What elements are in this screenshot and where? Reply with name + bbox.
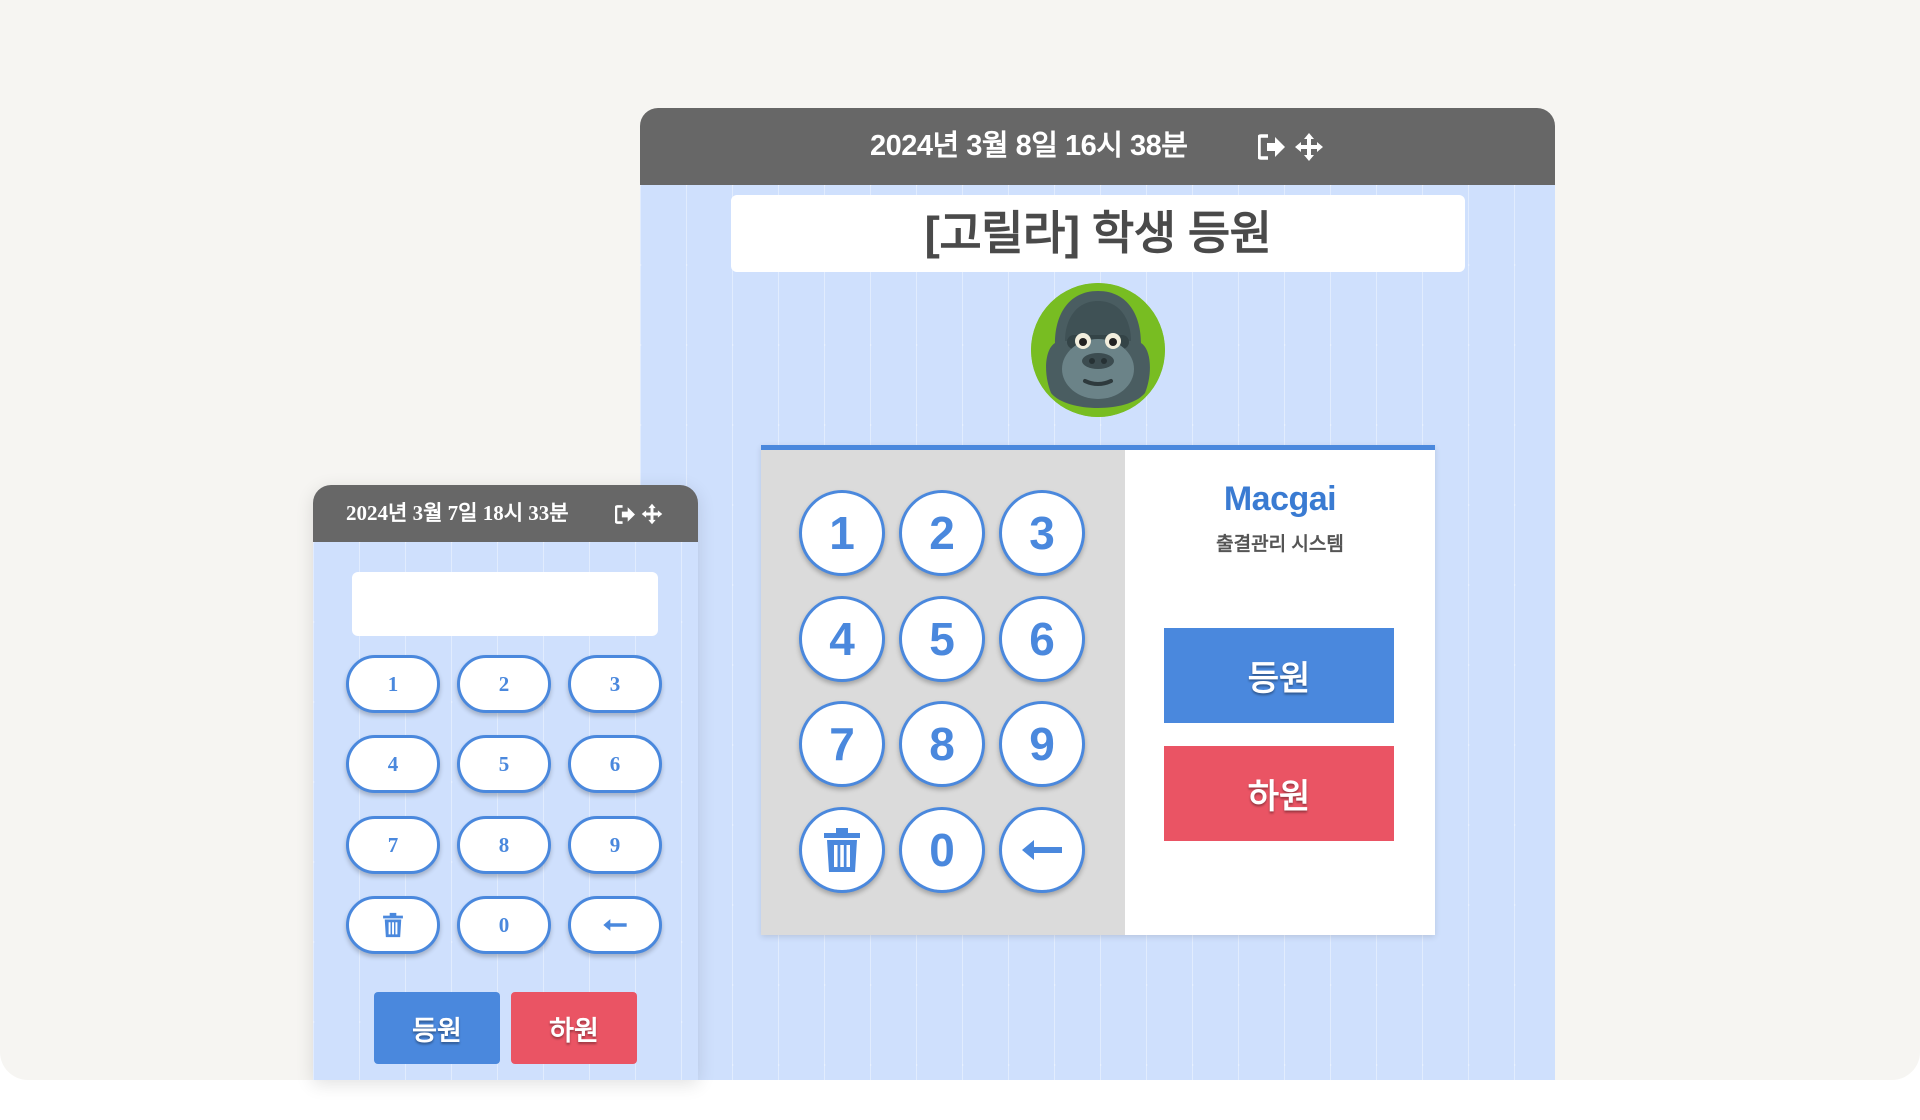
window-body: [고릴라] 학생 등원 1 2 3 4 5 6 7 8 9 0 Macgai 출… — [640, 185, 1555, 1080]
keypad: 1 2 3 4 5 6 7 8 9 0 — [761, 450, 1125, 935]
brand-subtitle: 출결관리 시스템 — [1216, 534, 1344, 555]
key-2[interactable]: 2 — [457, 655, 551, 713]
key-8[interactable]: 8 — [457, 816, 551, 874]
arrow-left-icon — [1022, 840, 1062, 860]
checkout-button[interactable]: 하원 — [511, 992, 637, 1064]
key-1[interactable]: 1 — [799, 490, 885, 576]
window-titlebar[interactable]: 2024년 3월 8일 16시 38분 — [640, 108, 1555, 185]
delete-button[interactable] — [799, 807, 885, 893]
checkin-button[interactable]: 등원 — [374, 992, 500, 1064]
key-3[interactable]: 3 — [999, 490, 1085, 576]
datetime-label: 2024년 3월 7일 18시 33분 — [346, 501, 569, 525]
key-9[interactable]: 9 — [568, 816, 662, 874]
trash-icon — [824, 828, 860, 872]
key-8[interactable]: 8 — [899, 701, 985, 787]
key-5[interactable]: 5 — [899, 596, 985, 682]
key-7[interactable]: 7 — [346, 816, 440, 874]
page-title: [고릴라] 학생 등원 — [731, 195, 1465, 272]
backspace-button[interactable] — [999, 807, 1085, 893]
logout-icon[interactable] — [615, 504, 636, 524]
key-4[interactable]: 4 — [799, 596, 885, 682]
key-5[interactable]: 5 — [457, 735, 551, 793]
key-3[interactable]: 3 — [568, 655, 662, 713]
checkin-window-small: 2024년 3월 7일 18시 33분 1 2 3 4 5 6 7 8 9 0 … — [313, 485, 698, 1080]
key-7[interactable]: 7 — [799, 701, 885, 787]
gorilla-icon — [1031, 283, 1165, 417]
move-icon[interactable] — [1294, 132, 1324, 162]
brand-name: Macgai — [1223, 480, 1337, 518]
arrow-left-icon — [603, 919, 627, 931]
window-titlebar[interactable]: 2024년 3월 7일 18시 33분 — [313, 485, 698, 542]
backspace-button[interactable] — [568, 896, 662, 954]
key-9[interactable]: 9 — [999, 701, 1085, 787]
key-2[interactable]: 2 — [899, 490, 985, 576]
checkout-button[interactable]: 하원 — [1164, 746, 1394, 841]
delete-button[interactable] — [346, 896, 440, 954]
key-0[interactable]: 0 — [899, 807, 985, 893]
trash-icon — [383, 912, 403, 938]
move-icon[interactable] — [641, 503, 663, 525]
student-code-input[interactable] — [352, 572, 658, 636]
key-0[interactable]: 0 — [457, 896, 551, 954]
brand: Macgai 출결관리 시스템 — [1125, 480, 1435, 556]
key-6[interactable]: 6 — [999, 596, 1085, 682]
checkin-window-large: 2024년 3월 8일 16시 38분 [고릴라] 학생 등원 1 2 3 4 … — [640, 108, 1555, 1080]
datetime-label: 2024년 3월 8일 16시 38분 — [870, 130, 1188, 162]
logout-icon[interactable] — [1258, 134, 1286, 160]
window-body: 1 2 3 4 5 6 7 8 9 0 등원 하원 — [313, 542, 698, 1080]
attendance-panel: 1 2 3 4 5 6 7 8 9 0 Macgai 출결관리 시스템 등원 하… — [761, 445, 1435, 935]
key-1[interactable]: 1 — [346, 655, 440, 713]
checkin-button[interactable]: 등원 — [1164, 628, 1394, 723]
key-4[interactable]: 4 — [346, 735, 440, 793]
key-6[interactable]: 6 — [568, 735, 662, 793]
